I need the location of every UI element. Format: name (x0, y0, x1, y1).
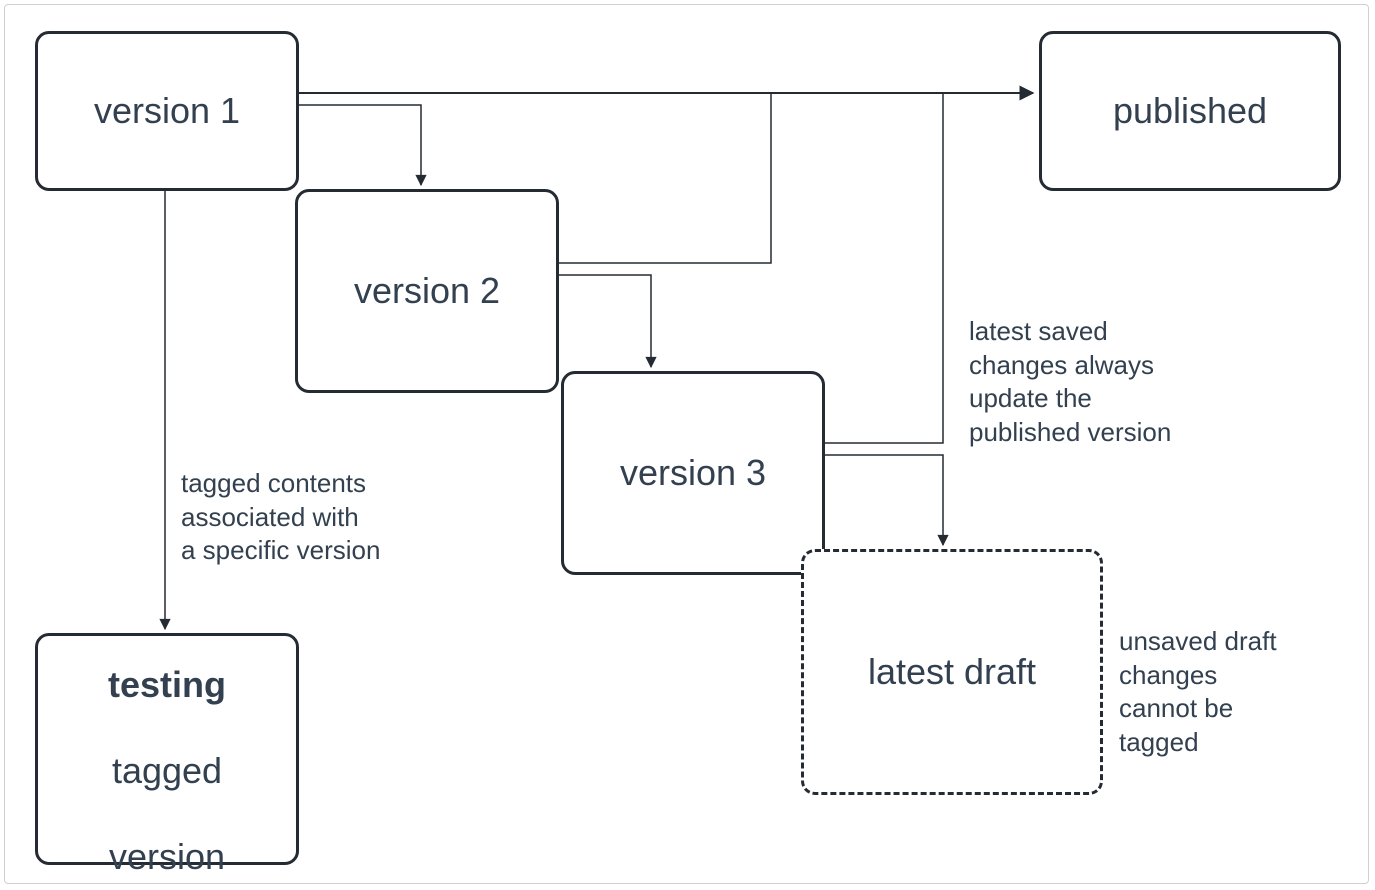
node-published-label: published (1113, 89, 1267, 132)
node-testing-line1: testing (108, 664, 226, 705)
node-latest-draft: latest draft (801, 549, 1103, 795)
edge-v2-published (559, 93, 771, 263)
node-latest-draft-label: latest draft (868, 650, 1036, 693)
annotation-latest-saved-text: latest saved changes always update the p… (969, 316, 1171, 447)
node-testing-label: testing tagged version (108, 619, 226, 878)
annotation-unsaved-draft: unsaved draft changes cannot be tagged (1119, 591, 1349, 760)
edge-v1-v2 (299, 105, 421, 185)
node-version-1-label: version 1 (94, 89, 240, 132)
diagram-frame: version 1 version 2 version 3 published … (4, 4, 1369, 884)
edge-v3-published (825, 93, 943, 443)
edge-v3-latestdraft (825, 455, 943, 545)
node-testing-line2: tagged (112, 750, 222, 791)
node-testing-line3: version (109, 836, 225, 877)
edge-v2-v3 (559, 275, 651, 367)
node-version-3-label: version 3 (620, 451, 766, 494)
annotation-unsaved-draft-text: unsaved draft changes cannot be tagged (1119, 626, 1277, 757)
node-version-2-label: version 2 (354, 269, 500, 312)
annotation-tagged-contents: tagged contents associated with a specif… (181, 433, 441, 568)
node-version-1: version 1 (35, 31, 299, 191)
annotation-latest-saved: latest saved changes always update the p… (969, 281, 1249, 450)
node-published: published (1039, 31, 1341, 191)
annotation-tagged-contents-text: tagged contents associated with a specif… (181, 468, 380, 566)
node-version-3: version 3 (561, 371, 825, 575)
node-testing-tagged: testing tagged version (35, 633, 299, 865)
node-version-2: version 2 (295, 189, 559, 393)
